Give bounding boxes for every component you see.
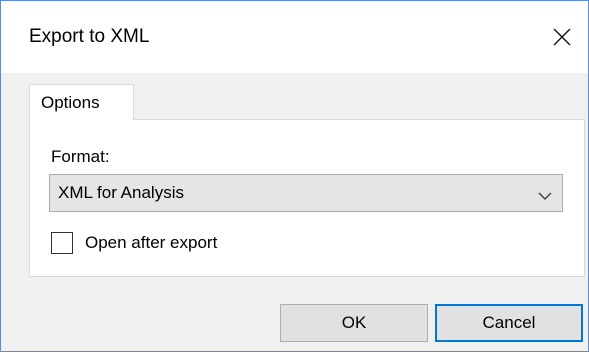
chevron-down-icon (538, 188, 552, 206)
format-select-value: XML for Analysis (58, 183, 184, 202)
open-after-export-checkbox[interactable] (51, 232, 73, 254)
export-dialog: Export to XML Options Format: XML for An… (0, 0, 589, 352)
tab-options[interactable]: Options (29, 84, 134, 120)
format-label: Format: (51, 147, 110, 166)
tab-options-label: Options (41, 93, 100, 112)
cancel-button[interactable]: Cancel (435, 304, 583, 342)
open-after-export-label: Open after export (85, 233, 218, 252)
dialog-title: Export to XML (29, 26, 150, 47)
format-select[interactable]: XML for Analysis (49, 174, 563, 212)
title-bar: Export to XML (1, 1, 588, 73)
close-button[interactable] (536, 1, 588, 73)
ok-button[interactable]: OK (280, 304, 428, 342)
close-icon (553, 28, 571, 46)
open-after-export-row[interactable]: Open after export (51, 230, 217, 256)
